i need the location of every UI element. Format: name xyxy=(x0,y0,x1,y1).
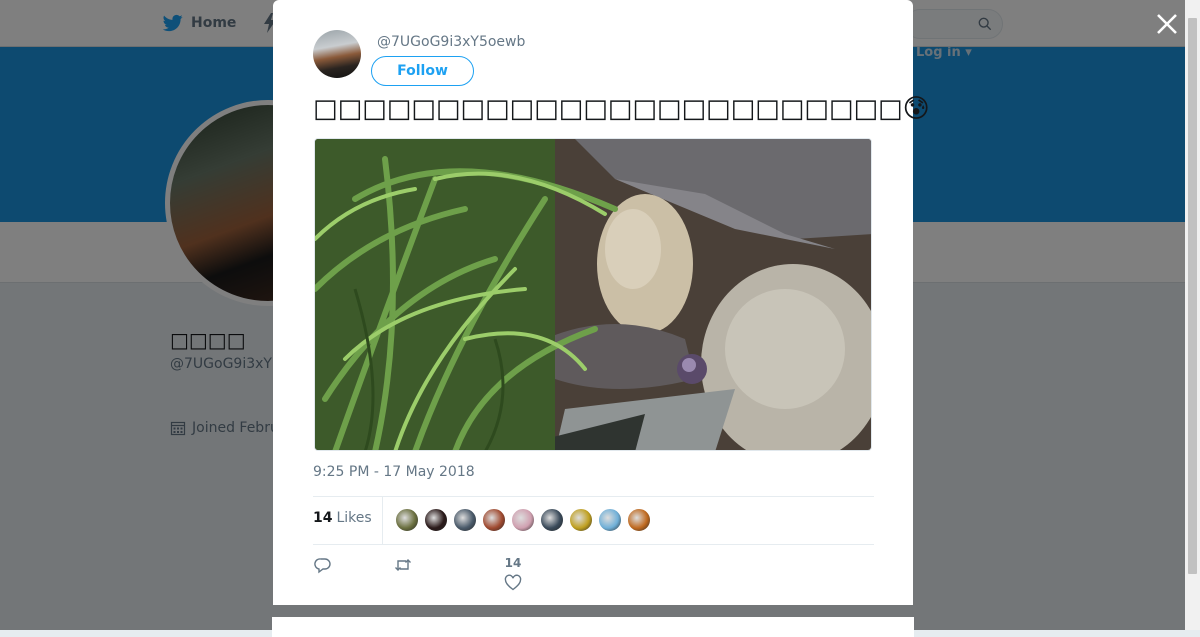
liker-avatar[interactable] xyxy=(598,508,622,532)
tweet-text: □□□□□□□□□□□□□□□□□□□□□□□□😰 xyxy=(313,94,930,124)
liker-avatar[interactable] xyxy=(453,508,477,532)
tweet-author-avatar[interactable] xyxy=(313,30,361,78)
tweet-modal: @7UGoG9i3xY5oewb Follow □□□□□□□□□□□□□□□□… xyxy=(273,0,930,605)
tweet-media-image[interactable] xyxy=(314,138,872,451)
media-photo xyxy=(315,139,871,450)
liker-avatar[interactable] xyxy=(511,508,535,532)
tweet-author-handle[interactable]: @7UGoG9i3xY5oewb xyxy=(377,34,525,50)
tweet-timestamp[interactable]: 9:25 PM - 17 May 2018 xyxy=(313,464,475,480)
follow-button[interactable]: Follow xyxy=(371,56,474,86)
liker-avatar[interactable] xyxy=(627,508,651,532)
reply-icon xyxy=(314,558,331,574)
retweet-button[interactable] xyxy=(394,556,412,578)
tweet-stats: 14 Likes xyxy=(313,496,874,545)
like-action-count: 14 xyxy=(504,556,522,570)
modal-bottom-strip xyxy=(272,617,914,637)
likes-stat[interactable]: 14 Likes xyxy=(313,510,372,526)
likes-label: Likes xyxy=(336,510,372,526)
scrollbar-thumb[interactable] xyxy=(1188,18,1197,574)
liker-avatar[interactable] xyxy=(569,508,593,532)
liker-avatar[interactable] xyxy=(395,508,419,532)
close-icon[interactable] xyxy=(1154,11,1180,37)
reply-button[interactable] xyxy=(314,556,332,578)
liker-avatar[interactable] xyxy=(424,508,448,532)
like-button[interactable]: 14 xyxy=(498,556,528,596)
likes-count: 14 xyxy=(313,510,333,526)
stats-divider xyxy=(382,497,383,544)
liker-avatar[interactable] xyxy=(482,508,506,532)
liker-avatar[interactable] xyxy=(540,508,564,532)
likers-avatars xyxy=(395,508,651,532)
heart-icon xyxy=(504,574,522,591)
retweet-icon xyxy=(395,559,411,571)
